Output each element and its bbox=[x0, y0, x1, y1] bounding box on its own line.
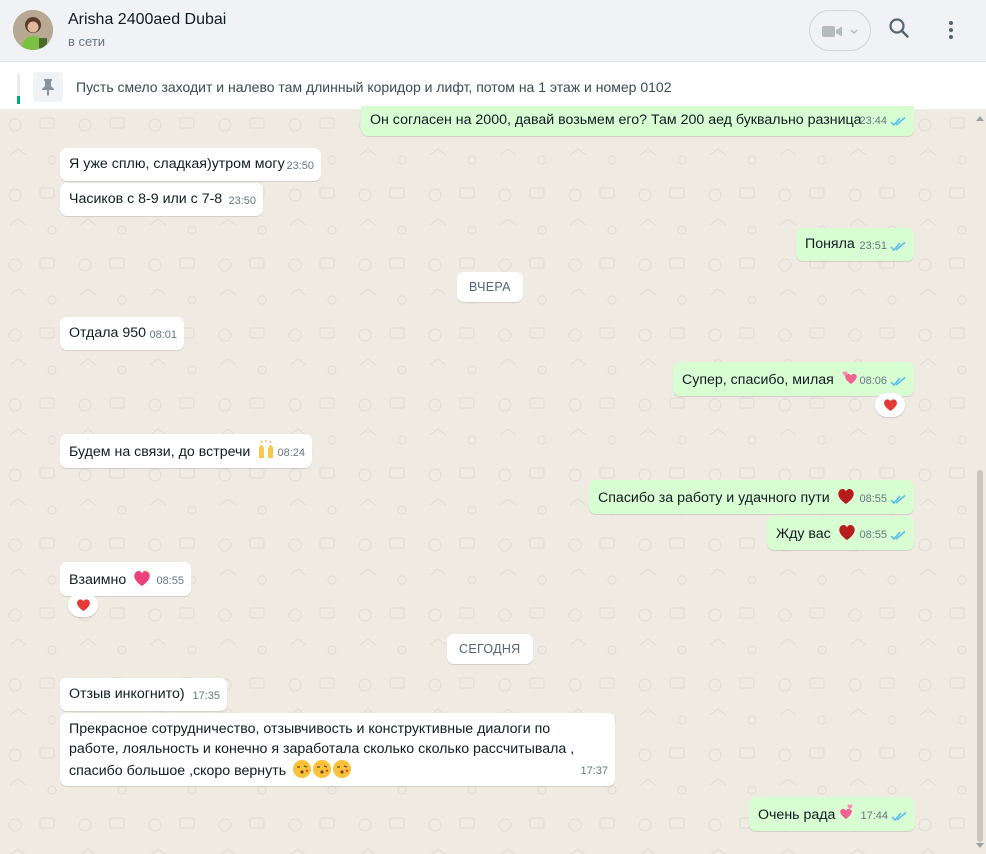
message-time: 17:37 bbox=[580, 765, 608, 777]
message-time: 23:51 bbox=[859, 240, 887, 252]
heart-emoji bbox=[837, 489, 854, 504]
message-time: 08:01 bbox=[149, 329, 177, 341]
message-time: 08:24 bbox=[277, 447, 305, 459]
message-incoming[interactable]: Прекрасное сотрудничество, отзывчивость … bbox=[60, 713, 615, 786]
message-time: 23:50 bbox=[286, 160, 314, 172]
message-meta: 08:55 bbox=[859, 525, 906, 545]
pinned-message-bar[interactable]: Пусть смело заходит и налево там длинный… bbox=[0, 62, 986, 110]
two-hearts-emoji bbox=[842, 371, 857, 384]
message-incoming[interactable]: Я уже сплю, сладкая)утром могу 23:50 bbox=[60, 148, 321, 181]
contact-name[interactable]: Arisha 2400aed Dubai bbox=[68, 11, 226, 29]
message-text: Поняла bbox=[805, 236, 855, 252]
message-outgoing[interactable]: Он согласен на 2000, давай возьмем его? … bbox=[361, 106, 914, 136]
double-check-icon bbox=[890, 116, 906, 126]
message-time: 17:35 bbox=[192, 690, 220, 702]
message-meta: 23:51 bbox=[859, 236, 906, 256]
message-time: 08:55 bbox=[859, 529, 887, 541]
pin-indicator-active bbox=[17, 96, 20, 104]
heart-emoji bbox=[839, 525, 855, 540]
menu-button[interactable] bbox=[940, 16, 962, 44]
message-text: Взаимно bbox=[69, 572, 127, 588]
message-time: 23:44 bbox=[859, 115, 887, 127]
pinned-message-text: Пусть смело заходит и налево там длинный… bbox=[76, 79, 672, 95]
message-outgoing[interactable]: Очень рада 17:44 bbox=[749, 797, 915, 831]
avatar[interactable] bbox=[13, 10, 53, 50]
message-text: Будем на связи, до встречи bbox=[69, 444, 251, 460]
message-text: Он согласен на 2000, давай возьмем его? … bbox=[370, 112, 862, 128]
pin-icon bbox=[42, 79, 54, 96]
kissing-face-emoji bbox=[293, 760, 312, 778]
sparkling-heart-emoji bbox=[134, 569, 150, 586]
message-text: Спасибо за работу и удачного пути bbox=[598, 490, 830, 506]
message-time: 08:06 bbox=[859, 375, 887, 387]
scroll-down-arrow[interactable] bbox=[976, 843, 984, 848]
search-icon bbox=[889, 18, 909, 38]
kissing-face-emoji bbox=[313, 760, 332, 778]
message-incoming[interactable]: Отзыв инкогнито) 17:35 bbox=[60, 678, 227, 711]
double-check-icon bbox=[890, 494, 906, 504]
heart-emoji bbox=[76, 599, 90, 611]
message-time: 17:44 bbox=[860, 810, 888, 822]
message-outgoing[interactable]: Супер, спасибо, милая 08:06 bbox=[673, 362, 914, 396]
message-incoming[interactable]: Будем на связи, до встречи 08:24 bbox=[60, 434, 312, 468]
message-meta: 08:55 bbox=[859, 489, 906, 509]
message-text: Супер, спасибо, милая bbox=[682, 372, 834, 388]
message-text: Отзыв инкогнито) bbox=[69, 686, 185, 702]
chat-header: Arisha 2400aed Dubai в сети bbox=[0, 0, 986, 62]
video-camera-icon bbox=[822, 26, 858, 37]
search-button[interactable] bbox=[887, 16, 915, 44]
message-outgoing[interactable]: Жду вас 08:55 bbox=[767, 516, 914, 550]
double-check-icon bbox=[890, 530, 906, 540]
message-outgoing[interactable]: Поняла 23:51 bbox=[796, 228, 914, 261]
raised-hands-emoji bbox=[259, 440, 274, 458]
scrollbar-thumb[interactable] bbox=[977, 470, 983, 842]
date-divider: СЕГОДНЯ bbox=[447, 634, 533, 664]
scroll-up-arrow[interactable] bbox=[976, 116, 984, 121]
message-time: 23:50 bbox=[228, 195, 256, 207]
video-call-button[interactable] bbox=[809, 10, 871, 51]
message-meta: 17:44 bbox=[860, 806, 907, 826]
double-check-icon bbox=[890, 376, 906, 386]
message-text: Жду вас bbox=[776, 526, 831, 542]
message-time: 08:55 bbox=[859, 493, 887, 505]
message-text: Часиков с 8-9 или с 7-8 bbox=[69, 191, 223, 207]
message-incoming[interactable]: Часиков с 8-9 или с 7-8 23:50 bbox=[60, 183, 263, 216]
reaction-badge[interactable] bbox=[875, 393, 905, 417]
menu-dots-icon bbox=[949, 21, 953, 39]
message-text: Очень рада bbox=[758, 807, 836, 823]
message-meta: 08:06 bbox=[859, 371, 906, 391]
message-text: Отдала 950 bbox=[69, 325, 147, 341]
message-outgoing[interactable]: Спасибо за работу и удачного пути 08:55 bbox=[589, 480, 914, 514]
two-hearts-emoji bbox=[840, 804, 853, 819]
kissing-face-emoji bbox=[333, 760, 352, 778]
double-check-icon bbox=[890, 241, 906, 251]
message-text: Я уже сплю, сладкая)утром могу bbox=[69, 156, 285, 172]
double-check-icon bbox=[891, 811, 907, 821]
message-time: 08:55 bbox=[156, 575, 184, 587]
pin-button[interactable] bbox=[33, 72, 63, 102]
contact-status: в сети bbox=[68, 34, 106, 49]
message-incoming[interactable]: Взаимно 08:55 bbox=[60, 562, 191, 596]
date-divider: ВЧЕРА bbox=[457, 272, 523, 302]
message-incoming[interactable]: Отдала 950 08:01 bbox=[60, 317, 184, 350]
reaction-badge[interactable] bbox=[68, 593, 98, 617]
heart-emoji bbox=[883, 399, 897, 411]
message-meta: 23:44 bbox=[859, 111, 906, 131]
